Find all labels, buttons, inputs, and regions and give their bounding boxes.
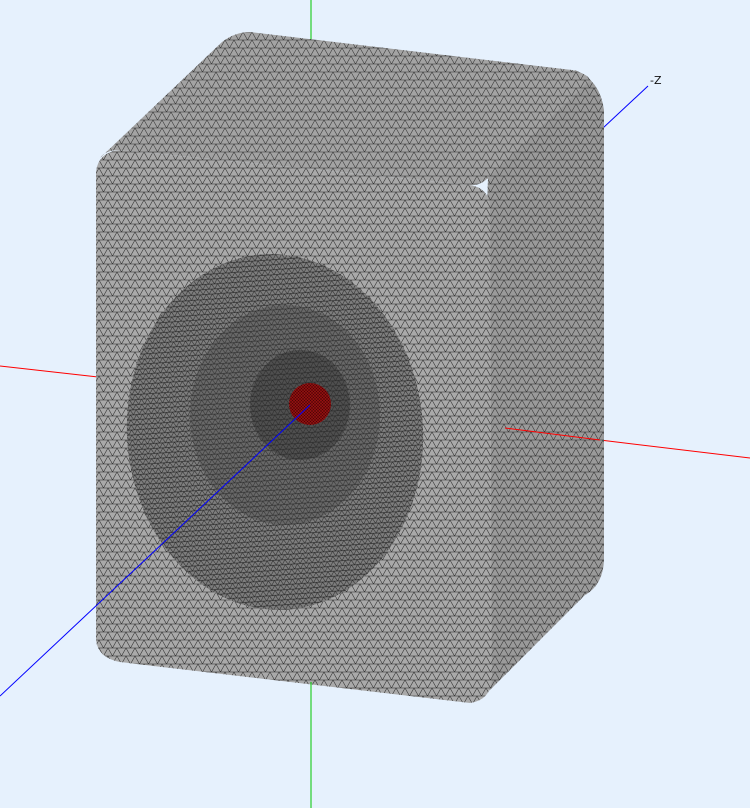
x-axis-right <box>599 439 750 459</box>
z-axis-back <box>602 85 649 129</box>
x-axis-left <box>0 365 99 378</box>
axis-label-neg-z: -Z <box>650 74 662 87</box>
3d-viewport[interactable]: -Z <box>0 0 750 808</box>
mesh-scene[interactable] <box>0 0 750 808</box>
